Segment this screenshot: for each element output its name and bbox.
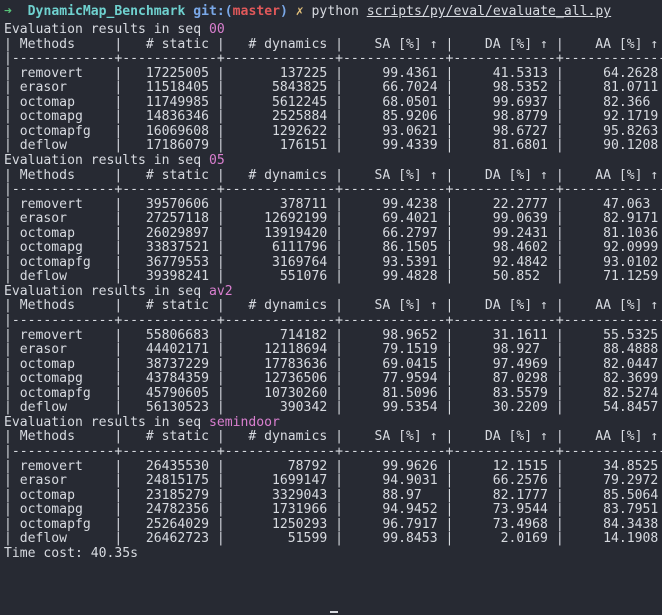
git-label: git: [193, 4, 225, 19]
time-cost-text: Time cost: 40.35s [4, 545, 139, 561]
prompt-line: ➜ DynamicMap_Benchmark git:(master) ✗ py… [4, 3, 611, 21]
terminal-window[interactable]: ➜ DynamicMap_Benchmark git:(master) ✗ py… [0, 0, 662, 615]
prompt-arrow-icon: ➜ [4, 4, 12, 19]
script-path-link[interactable]: scripts/py/eval/evaluate_all.py [367, 4, 611, 19]
time-cost-line: Time cost: 40.35s [4, 545, 138, 563]
current-directory: DynamicMap_Benchmark [27, 4, 186, 19]
branch-paren-open: ( [224, 4, 233, 19]
terminal-cursor [330, 611, 338, 613]
branch-paren-close: ) [279, 4, 288, 19]
git-branch: master [232, 4, 280, 19]
dirty-indicator-icon: ✗ [295, 4, 304, 19]
command-name: python [311, 4, 359, 19]
